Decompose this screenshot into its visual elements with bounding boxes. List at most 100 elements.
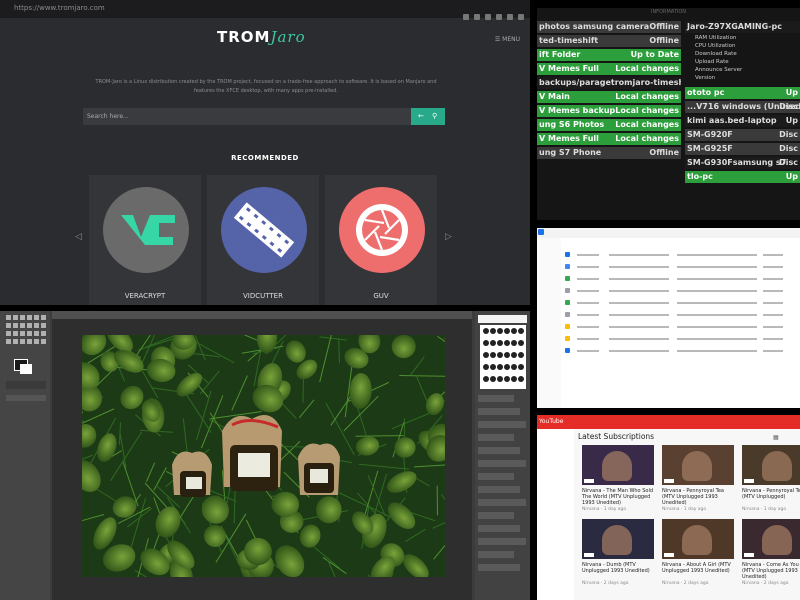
tool-icon[interactable] [34, 339, 39, 344]
brush-preset[interactable] [518, 364, 524, 370]
brush-preset[interactable] [497, 376, 503, 382]
video-title[interactable]: Nirvana - The Man Who Sold The World (MT… [582, 488, 656, 506]
video-thumbnail[interactable] [582, 445, 654, 485]
video-thumbnail[interactable] [662, 445, 734, 485]
brush-preset[interactable] [511, 364, 517, 370]
dock-control[interactable] [478, 408, 520, 415]
brush-preset[interactable] [511, 340, 517, 346]
brush-preset[interactable] [504, 328, 510, 334]
device-row[interactable]: kimi aas.bed-laptop Up [685, 115, 800, 127]
brush-preset[interactable] [490, 328, 496, 334]
folder-row[interactable]: backups/paragetromjaro-timeshift Unshare… [537, 77, 681, 89]
device-row[interactable]: SM-G930Fsamsung s7 Disc [685, 157, 800, 169]
tool-icon[interactable] [13, 339, 18, 344]
video-title[interactable]: Nirvana - Dumb (MTV Unplugged 1993 Unedi… [582, 562, 656, 574]
video-thumbnail[interactable] [742, 519, 800, 559]
dock-control[interactable] [478, 434, 514, 441]
brush-preset[interactable] [483, 364, 489, 370]
video-title[interactable]: Nirvana - About A Girl (MTV Unplugged 19… [662, 562, 736, 574]
brush-preset[interactable] [497, 340, 503, 346]
brush-preset[interactable] [518, 328, 524, 334]
carousel-prev-icon[interactable]: ◁ [75, 232, 82, 242]
dock-control[interactable] [478, 486, 520, 493]
folder-row[interactable]: ung S7 Phone Offline [537, 147, 681, 159]
tool-icon[interactable] [34, 331, 39, 336]
tool-icon[interactable] [41, 339, 46, 344]
carousel-next-icon[interactable]: ▷ [445, 232, 452, 242]
brush-preset[interactable] [497, 328, 503, 334]
tool-icon[interactable] [13, 331, 18, 336]
search-input[interactable]: Search here... [83, 108, 411, 125]
dock-control[interactable] [478, 525, 520, 532]
youtube-brand[interactable]: YouTube [539, 418, 563, 425]
brush-preset[interactable] [497, 352, 503, 358]
search-button[interactable]: ← ⚲ [411, 108, 445, 125]
tool-icon[interactable] [34, 323, 39, 328]
brush-preset[interactable] [518, 340, 524, 346]
tool-icon[interactable] [27, 323, 32, 328]
tool-icon[interactable] [27, 339, 32, 344]
device-row[interactable]: ototo pc Up [685, 87, 800, 99]
dock-control[interactable] [478, 473, 514, 480]
site-logo[interactable]: TROMJaro [217, 28, 306, 46]
dock-control[interactable] [478, 421, 526, 428]
browser-url-bar[interactable]: https://www.tromjaro.com [0, 0, 530, 20]
brush-preset[interactable] [511, 352, 517, 358]
brush-preset[interactable] [490, 340, 496, 346]
folder-row[interactable]: V Memes Full Local changes [537, 63, 681, 75]
app-card-guv[interactable]: GUV [325, 175, 437, 305]
app-card-veracrypt[interactable]: VERACRYPT [89, 175, 201, 305]
tool-icon[interactable] [6, 339, 11, 344]
background-color-swatch[interactable] [20, 364, 32, 374]
app-card-vidcutter[interactable]: VIDCUTTER [207, 175, 319, 305]
folder-row[interactable]: V Memes Full Local changes [537, 133, 681, 145]
grid-view-icon[interactable]: ▦ [773, 434, 779, 441]
brush-preset[interactable] [511, 376, 517, 382]
video-title[interactable]: Nirvana - Come As You Are (MTV Unplugged… [742, 562, 800, 580]
brush-preset[interactable] [504, 364, 510, 370]
dock-control[interactable] [478, 447, 520, 454]
tool-icon[interactable] [20, 323, 25, 328]
brush-preset[interactable] [490, 376, 496, 382]
folder-row[interactable]: V Main Local changes [537, 91, 681, 103]
brush-preset[interactable] [504, 340, 510, 346]
video-thumbnail[interactable] [742, 445, 800, 485]
tool-icon[interactable] [6, 315, 11, 320]
dock-control[interactable] [478, 512, 514, 519]
brush-preset[interactable] [511, 328, 517, 334]
tool-icon[interactable] [41, 315, 46, 320]
brush-preset[interactable] [483, 376, 489, 382]
device-row[interactable]: tlo-pc Up [685, 171, 800, 183]
brush-grid[interactable] [480, 325, 526, 389]
brush-preset[interactable] [483, 352, 489, 358]
tool-icon[interactable] [34, 315, 39, 320]
dock-control[interactable] [478, 395, 514, 402]
tool-icon[interactable] [27, 331, 32, 336]
brush-preset[interactable] [483, 340, 489, 346]
tool-icon[interactable] [6, 331, 11, 336]
video-thumbnail[interactable] [662, 519, 734, 559]
tool-icon[interactable] [13, 323, 18, 328]
brush-preset[interactable] [490, 352, 496, 358]
tool-icon[interactable] [41, 323, 46, 328]
brush-preset[interactable] [490, 364, 496, 370]
tool-icon[interactable] [13, 315, 18, 320]
device-row[interactable]: SM-G925F Disc [685, 143, 800, 155]
dock-control[interactable] [478, 460, 526, 467]
device-row[interactable]: SM-G920F Disc [685, 129, 800, 141]
dock-control[interactable] [478, 499, 526, 506]
folder-row[interactable]: ted-timeshift Offline [537, 35, 681, 47]
brush-preset[interactable] [518, 376, 524, 382]
tool-icon[interactable] [20, 315, 25, 320]
brush-preset[interactable] [504, 352, 510, 358]
this-device-row[interactable]: Jaro-Z97XGAMING-pc [685, 21, 800, 33]
video-thumbnail[interactable] [582, 519, 654, 559]
brush-preset[interactable] [504, 376, 510, 382]
tool-icon[interactable] [41, 331, 46, 336]
video-title[interactable]: Nirvana - Pennyroyal Tea (MTV Unplugged … [662, 488, 736, 506]
video-title[interactable]: Nirvana - Pennyroyal Tea (MTV Unplugged) [742, 488, 800, 500]
device-row[interactable]: ...V716 windows (Unused) Disc [685, 101, 800, 113]
tool-icon[interactable] [6, 323, 11, 328]
dock-control[interactable] [478, 551, 514, 558]
folder-row[interactable]: photos samsung camera Offline [537, 21, 681, 33]
